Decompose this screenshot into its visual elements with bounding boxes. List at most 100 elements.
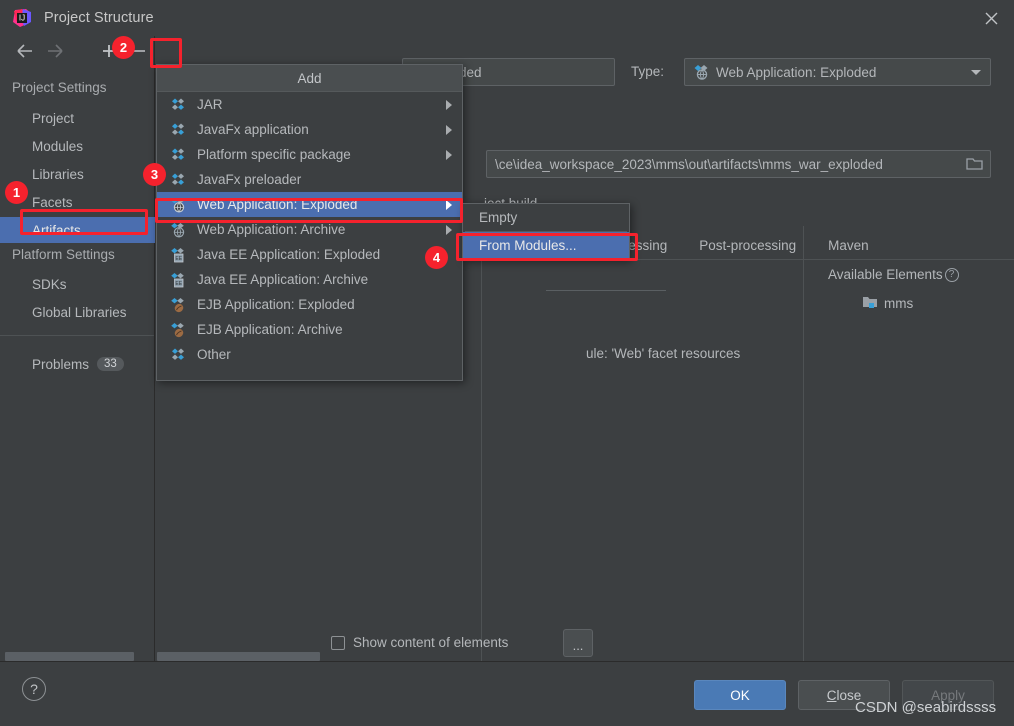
available-element-label: mms	[884, 296, 914, 311]
module-folder-icon	[862, 295, 878, 312]
menu-item-ejb-application-archive[interactable]: EJB Application: Archive	[157, 317, 462, 342]
sidebar-item-project[interactable]: Project	[0, 105, 155, 131]
chevron-right-icon	[446, 150, 452, 160]
menu-item-ejb-application-exploded[interactable]: EJB Application: Exploded	[157, 292, 462, 317]
more-options-button[interactable]: ...	[563, 629, 593, 657]
menu-item-label: JavaFx application	[197, 122, 309, 137]
artifact-jar-icon	[169, 347, 187, 363]
arrow-left-icon[interactable]	[10, 38, 40, 64]
show-content-label: Show content of elements	[353, 635, 509, 650]
sidebar-item-label: Global Libraries	[32, 304, 127, 320]
project-structure-dialog: IJ Project Structure Project Settings Pr…	[0, 0, 1014, 726]
sidebar-item-label: Modules	[32, 138, 84, 154]
sidebar-divider	[0, 335, 154, 336]
sidebar-item-global-libraries[interactable]: Global Libraries	[0, 299, 155, 325]
chevron-right-icon	[446, 125, 452, 135]
menu-item-label: Other	[197, 347, 231, 362]
menu-item-platform-specific-package[interactable]: Platform specific package	[157, 142, 462, 167]
sidebar-item-modules[interactable]: Modules	[0, 133, 155, 159]
sidebar-item-problems[interactable]: Problems 33	[0, 351, 155, 377]
step-badge-4: 4	[425, 246, 448, 269]
close-icon[interactable]	[968, 0, 1014, 36]
sidebar-item-label: Facets	[32, 194, 73, 210]
show-content-checkbox[interactable]: Show content of elements	[331, 635, 508, 650]
intellij-idea-icon: IJ	[12, 8, 32, 28]
window-title: Project Structure	[44, 10, 154, 26]
menu-item-javaee-application-exploded[interactable]: EE Java EE Application: Exploded	[157, 242, 462, 267]
svg-text:EE: EE	[175, 256, 182, 262]
menu-item-label: Web Application: Archive	[197, 222, 346, 237]
svg-text:EE: EE	[175, 281, 182, 287]
javaee-application-exploded-icon: EE	[169, 247, 187, 263]
arrow-right-icon	[40, 38, 70, 64]
artifact-jar-icon	[169, 97, 187, 113]
artifact-jar-icon	[169, 122, 187, 138]
ejb-application-archive-icon	[169, 322, 187, 338]
menu-item-jar[interactable]: JAR	[157, 92, 462, 117]
menu-item-javaee-application-archive[interactable]: EE Java EE Application: Archive	[157, 267, 462, 292]
javaee-application-archive-icon: EE	[169, 272, 187, 288]
menu-item-label: Web Application: Exploded	[197, 197, 358, 212]
submenu-item-from-modules[interactable]: From Modules...	[463, 232, 629, 259]
folder-icon[interactable]	[966, 156, 984, 175]
menu-item-web-application-exploded[interactable]: Web Application: Exploded	[157, 192, 462, 217]
menu-item-label: JavaFx preloader	[197, 172, 302, 187]
sidebar-group-platform-settings: Platform Settings	[12, 247, 115, 262]
chevron-right-icon	[446, 225, 452, 235]
submenu-item-empty[interactable]: Empty	[463, 204, 629, 231]
svg-text:IJ: IJ	[19, 14, 25, 23]
sidebar-item-artifacts[interactable]: Artifacts	[0, 217, 155, 243]
artifact-tree-node[interactable]: ule: 'Web' facet resources	[586, 346, 740, 361]
chevron-down-icon[interactable]	[971, 70, 981, 75]
sidebar-group-project-settings: Project Settings	[12, 80, 107, 95]
ok-button[interactable]: OK	[694, 680, 786, 710]
sidebar-item-label: SDKs	[32, 276, 67, 292]
tree-hscrollbar-thumb[interactable]	[157, 652, 320, 661]
output-path-value: \ce\idea_workspace_2023\mms\out\artifact…	[495, 156, 883, 172]
artifact-jar-icon	[169, 147, 187, 163]
artifact-type-value: Web Application: Exploded	[716, 64, 877, 80]
sidebar-item-sdks[interactable]: SDKs	[0, 271, 155, 297]
web-application-exploded-icon	[169, 197, 187, 213]
checkbox-unchecked-icon[interactable]	[331, 635, 345, 650]
menu-item-javafx-preloader[interactable]: JavaFx preloader	[157, 167, 462, 192]
chevron-right-icon	[446, 200, 452, 210]
editor-left-divider	[481, 226, 482, 661]
add-menu-title: Add	[157, 65, 462, 92]
add-artifact-menu: Add JAR JavaFx application Platform spec…	[156, 64, 463, 381]
type-label: Type:	[631, 64, 665, 79]
available-element-item[interactable]: mms	[862, 295, 913, 312]
submenu-item-label: Empty	[479, 210, 518, 225]
menu-item-javafx-application[interactable]: JavaFx application	[157, 117, 462, 142]
menu-item-web-application-archive[interactable]: Web Application: Archive	[157, 217, 462, 242]
step-badge-1: 1	[5, 181, 28, 204]
title-bar: IJ Project Structure	[0, 0, 1014, 36]
close-button-mnemonic: C	[826, 687, 837, 703]
menu-item-other[interactable]: Other	[157, 342, 462, 367]
tab-post-processing[interactable]: Post-processing	[699, 238, 796, 253]
web-application-archive-icon	[169, 222, 187, 238]
step-badge-2: 2	[112, 36, 135, 59]
menu-item-label: EJB Application: Archive	[197, 322, 343, 337]
web-application-exploded-submenu: Empty From Modules...	[462, 203, 630, 260]
artifact-jar-icon	[169, 172, 187, 188]
menu-item-label: JAR	[197, 97, 223, 112]
menu-item-label: EJB Application: Exploded	[197, 297, 355, 312]
help-circle-icon[interactable]: ?	[944, 267, 959, 282]
artifact-type-select[interactable]: Web Application: Exploded	[684, 58, 991, 86]
chevron-right-icon	[446, 100, 452, 110]
tree-connector	[546, 290, 666, 291]
menu-item-label: Java EE Application: Exploded	[197, 247, 381, 262]
sidebar-item-label: Artifacts	[32, 222, 81, 238]
submenu-item-label: From Modules...	[479, 238, 577, 253]
sidebar-item-label: Project	[32, 110, 75, 126]
sidebar-item-label: Problems	[32, 356, 90, 372]
sidebar-item-label: Libraries	[32, 166, 84, 182]
problems-count-badge: 33	[97, 357, 124, 371]
available-elements-title: Available Elements ?	[828, 267, 959, 282]
output-path-input[interactable]: \ce\idea_workspace_2023\mms\out\artifact…	[486, 150, 991, 178]
help-icon[interactable]: ?	[22, 677, 46, 701]
tab-maven[interactable]: Maven	[828, 238, 869, 253]
web-application-exploded-icon	[693, 64, 709, 80]
sidebar-hscrollbar-thumb[interactable]	[5, 652, 134, 661]
